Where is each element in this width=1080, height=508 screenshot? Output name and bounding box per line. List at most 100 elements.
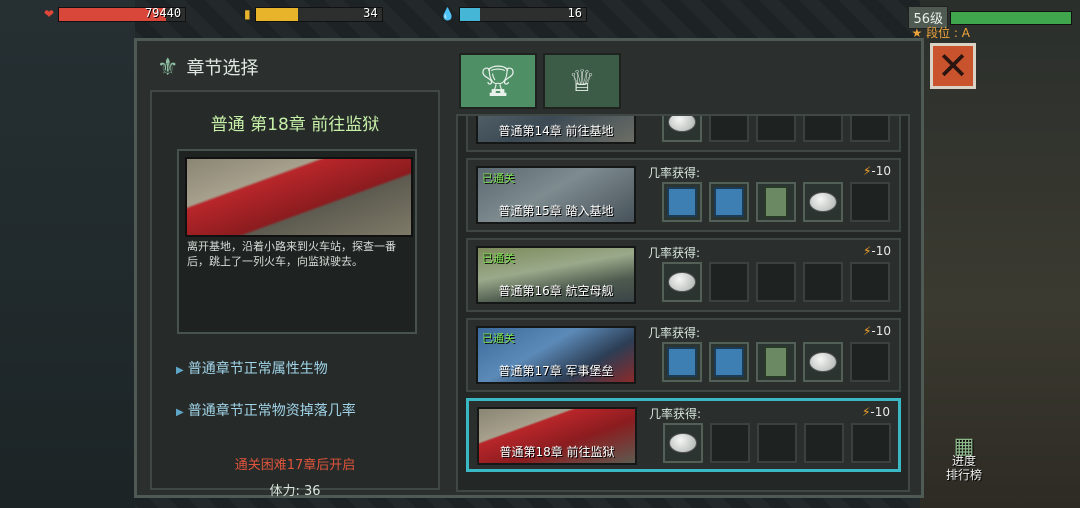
drop-slot xyxy=(850,182,890,222)
cleared-badge: 已通关 xyxy=(482,172,515,185)
close-icon: ✕ xyxy=(937,44,969,88)
drop-slot xyxy=(850,262,890,302)
chapter-detail-box: 离开基地，沿着小路来到火车站，探查一番后，跳上了一列火车，向监狱驶去。 xyxy=(177,149,417,334)
chapter-list[interactable]: 普通第14章 前往基地 已通关 普通第15章 踏入基地 几率获得: ⚡-10 已… xyxy=(456,114,910,492)
leaderboard-label-2: 排行榜 xyxy=(945,468,982,482)
drop-slot[interactable] xyxy=(662,262,702,302)
blue-armor-icon xyxy=(667,187,697,217)
chapter-name: 普通第15章 踏入基地 xyxy=(498,204,614,218)
chapter-train-image xyxy=(185,157,413,237)
coin-icon xyxy=(809,192,837,212)
cost-value: -10 xyxy=(871,244,891,258)
cleared-badge: 已通关 xyxy=(482,332,515,345)
emblem-icon: ⚜ xyxy=(157,53,179,81)
drop-slots xyxy=(662,342,890,382)
drop-slot[interactable] xyxy=(662,116,702,142)
chapter-feature-drops[interactable]: ▶ 普通章节正常物资掉落几率 xyxy=(176,400,356,420)
drop-slots xyxy=(662,116,890,142)
drop-slot xyxy=(804,423,844,463)
drop-slot[interactable] xyxy=(709,342,749,382)
drop-slot[interactable] xyxy=(803,342,843,382)
chapter-row-16[interactable]: 已通关 普通第16章 航空母舰 几率获得: ⚡-10 xyxy=(466,238,901,312)
winged-trophy-icon: ♕ xyxy=(568,63,596,99)
energy-cost: ⚡-10 xyxy=(863,324,891,338)
play-arrow-icon: ▶ xyxy=(176,365,184,376)
energy-value: 34 xyxy=(363,5,378,20)
coin-icon xyxy=(668,272,696,292)
chapter-name: 普通第16章 航空母舰 xyxy=(498,284,614,298)
drop-slot[interactable] xyxy=(803,182,843,222)
blue-armor-icon xyxy=(667,347,697,377)
water-value: 16 xyxy=(567,5,582,20)
play-arrow-icon: ▶ xyxy=(176,407,184,418)
coin-icon xyxy=(809,352,837,372)
tab-winged-trophy[interactable]: ♕ xyxy=(543,53,621,109)
drop-slot[interactable] xyxy=(709,182,749,222)
hp-hud: ❤ 79440 xyxy=(44,4,187,24)
chapter-thumbnail: 已通关 普通第17章 军事堡垒 xyxy=(476,326,636,384)
cost-value: -10 xyxy=(870,405,890,419)
energy-cost: ⚡-10 xyxy=(862,405,890,419)
drop-slot xyxy=(709,116,749,142)
water-bar: 16 xyxy=(458,5,587,22)
drop-slot xyxy=(710,423,750,463)
chapter-thumbnail: 已通关 普通第16章 航空母舰 xyxy=(476,246,636,304)
drop-label: 几率获得: xyxy=(648,166,701,180)
hp-bar: 79440 xyxy=(58,5,187,22)
green-item-icon xyxy=(764,346,788,378)
chapter-description: 离开基地，沿着小路来到火车站，探查一番后，跳上了一列火车，向监狱驶去。 xyxy=(187,240,396,268)
background-left-scene xyxy=(0,0,135,508)
chapter-row-15[interactable]: 已通关 普通第15章 踏入基地 几率获得: ⚡-10 xyxy=(466,158,901,232)
leaderboard-label-1: 进度 xyxy=(951,454,976,468)
chapter-info-panel: 普通 第18章 前往监狱 离开基地，沿着小路来到火车站，探查一番后，跳上了一列火… xyxy=(150,90,440,499)
energy-cost: ⚡-10 xyxy=(863,244,891,258)
drop-slot xyxy=(850,342,890,382)
drop-slot xyxy=(756,116,796,142)
chapter-title: 普通 第18章 前往监狱 xyxy=(210,115,380,135)
chapter-row-17[interactable]: 已通关 普通第17章 军事堡垒 几率获得: ⚡-10 xyxy=(466,318,901,392)
coin-icon xyxy=(668,116,696,132)
cost-value: -10 xyxy=(871,324,891,338)
drop-slot xyxy=(851,423,891,463)
progress-leaderboard-button[interactable]: ▦ 进度 排行榜 xyxy=(945,436,982,483)
energy-bar: 34 xyxy=(254,5,383,22)
energy-cost: ⚡-10 xyxy=(863,164,891,178)
chapter-name: 普通第18章 前往监狱 xyxy=(499,445,615,459)
drop-slot xyxy=(850,116,890,142)
chapter-row-18[interactable]: 普通第18章 前往监狱 几率获得: ⚡-10 xyxy=(466,398,901,472)
drop-slot xyxy=(803,116,843,142)
drop-label: 几率获得: xyxy=(648,326,701,340)
chapter-thumbnail: 已通关 普通第15章 踏入基地 xyxy=(476,166,636,224)
chapter-name: 普通第17章 军事堡垒 xyxy=(498,364,614,378)
tab-normal-trophy[interactable]: 🏆︎ xyxy=(459,53,537,109)
feature-label: 普通章节正常物资掉落几率 xyxy=(187,403,356,419)
heart-icon: ❤ xyxy=(44,7,55,21)
drop-slot[interactable] xyxy=(756,182,796,222)
drop-slots xyxy=(662,182,890,222)
drop-slot[interactable] xyxy=(662,182,702,222)
water-drop-icon: 💧 xyxy=(440,7,455,21)
blue-weapon-icon xyxy=(714,347,744,377)
drop-slots xyxy=(663,423,891,463)
trophy-icon: 🏆︎ xyxy=(478,63,518,99)
unlock-note: 通关困难17章后开启 xyxy=(234,458,356,473)
coin-icon xyxy=(669,433,697,453)
chapter-feature-creatures[interactable]: ▶ 普通章节正常属性生物 xyxy=(176,358,328,378)
chapter-thumbnail: 普通第14章 前往基地 xyxy=(476,116,636,144)
water-hud: 💧 16 xyxy=(440,4,587,24)
drop-slot xyxy=(756,262,796,302)
panel-title: 章节选择 xyxy=(186,58,259,79)
drop-slots xyxy=(662,262,890,302)
feature-label: 普通章节正常属性生物 xyxy=(187,361,328,377)
drop-slot[interactable] xyxy=(662,342,702,382)
drop-slot[interactable] xyxy=(756,342,796,382)
drop-slot[interactable] xyxy=(663,423,703,463)
cleared-badge: 已通关 xyxy=(482,252,515,265)
blue-weapon-icon xyxy=(714,187,744,217)
green-item-icon xyxy=(764,186,788,218)
hp-value: 79440 xyxy=(144,5,182,20)
level-bar xyxy=(950,10,1072,25)
drop-slot xyxy=(803,262,843,302)
close-button[interactable]: ✕ xyxy=(930,43,976,89)
chapter-row-14[interactable]: 普通第14章 前往基地 xyxy=(466,116,901,152)
